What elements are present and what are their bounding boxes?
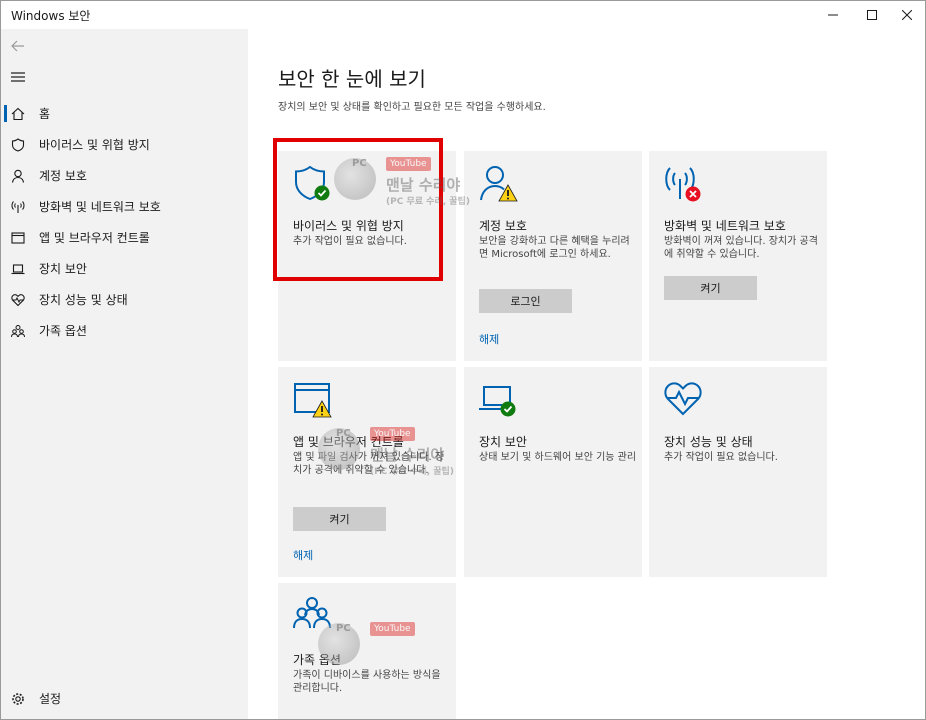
person-icon [10,168,26,184]
sign-in-button[interactable]: 로그인 [479,289,572,313]
sidebar-item-family-options[interactable]: 가족 옵션 [1,315,248,346]
title-bar: Windows 보안 [1,1,925,29]
gear-icon [10,691,26,707]
sidebar-item-label: 가족 옵션 [39,324,87,338]
person-warning-icon [478,163,518,203]
minimize-icon [828,14,838,16]
tile-title: 앱 및 브라우저 컨트롤 [293,435,404,449]
sidebar-item-label: 계정 보호 [39,169,87,183]
hamburger-icon [11,72,25,82]
sidebar-item-app-browser-control[interactable]: 앱 및 브라우저 컨트롤 [1,222,248,253]
browser-warning-icon [292,379,332,419]
sidebar-item-home[interactable]: 홈 [1,98,248,129]
tile-family-options[interactable]: 가족 옵션 가족이 디바이스를 사용하는 방식을 관리합니다. [278,583,456,719]
heart-pulse-icon [10,292,26,308]
tile-title: 장치 성능 및 상태 [664,435,753,449]
sidebar-item-label: 장치 보안 [39,262,87,276]
dismiss-link[interactable]: 해제 [293,547,313,563]
family-icon [10,323,26,339]
laptop-icon [10,261,26,277]
antenna-icon [10,199,26,215]
tile-description: 방화벽이 꺼져 있습니다. 장치가 공격에 취약할 수 있습니다. [664,236,818,260]
sidebar: 홈 바이러스 및 위협 방지 계정 보호 방화벽 및 네트워크 보호 앱 및 브… [1,29,248,719]
tile-description: 보안을 강화하고 다른 혜택을 누리려면 Microsoft에 로그인 하세요. [479,236,630,260]
sidebar-item-label: 장치 성능 및 상태 [39,293,128,307]
sidebar-item-account-protection[interactable]: 계정 보호 [1,160,248,191]
close-button[interactable] [887,1,926,29]
windows-security-window: Windows 보안 홈 바이러스 및 위협 방지 계정 보호 방화벽 및 네트… [0,0,926,720]
main-content: 보안 한 눈에 보기 장치의 보안 및 상태를 확인하고 필요한 모든 작업을 … [248,29,925,719]
tile-device-security[interactable]: 장치 보안 상태 보기 및 하드웨어 보안 기능 관리 [464,367,642,577]
page-title: 보안 한 눈에 보기 [278,67,426,91]
close-icon [902,10,912,20]
sidebar-item-label: 방화벽 및 네트워크 보호 [39,200,161,214]
sidebar-item-label: 홈 [39,107,51,121]
sidebar-item-firewall[interactable]: 방화벽 및 네트워크 보호 [1,191,248,222]
tile-title: 방화벽 및 네트워크 보호 [664,219,786,233]
sidebar-item-label: 바이러스 및 위협 방지 [39,138,150,152]
tile-description: 상태 보기 및 하드웨어 보안 기능 관리 [479,452,637,463]
highlight-box [273,138,443,281]
tile-firewall[interactable]: 방화벽 및 네트워크 보호 방화벽이 꺼져 있습니다. 장치가 공격에 취약할 … [649,151,827,361]
menu-button[interactable] [7,66,29,88]
window-title: Windows 보안 [11,9,91,23]
tile-title: 가족 옵션 [293,653,341,667]
tile-device-performance[interactable]: 장치 성능 및 상태 추가 작업이 필요 없습니다. [649,367,827,577]
sidebar-item-settings[interactable]: 설정 [1,683,248,714]
turn-on-button[interactable]: 켜기 [664,276,757,300]
tile-title: 장치 보안 [479,435,527,449]
tile-account-protection[interactable]: 계정 보호 보안을 강화하고 다른 혜택을 누리려면 Microsoft에 로그… [464,151,642,361]
tile-description: 앱 및 파일 검사가 꺼져 있습니다. 장치가 공격에 취약할 수 있습니다. [293,452,445,476]
maximize-button[interactable] [852,1,892,29]
browser-window-icon [10,230,26,246]
home-icon [10,106,26,122]
heart-pulse-icon [663,379,703,419]
laptop-check-icon [478,379,518,419]
sidebar-item-device-performance[interactable]: 장치 성능 및 상태 [1,284,248,315]
tile-app-browser-control[interactable]: 앱 및 브라우저 컨트롤 앱 및 파일 검사가 꺼져 있습니다. 장치가 공격에… [278,367,456,577]
sidebar-item-device-security[interactable]: 장치 보안 [1,253,248,284]
minimize-button[interactable] [813,1,853,29]
family-icon [292,595,332,635]
maximize-icon [867,10,877,20]
shield-icon [10,137,26,153]
tile-description: 가족이 디바이스를 사용하는 방식을 관리합니다. [293,670,441,694]
sidebar-item-virus-protection[interactable]: 바이러스 및 위협 방지 [1,129,248,160]
antenna-error-icon [663,163,703,203]
back-arrow-icon [11,40,24,52]
back-button[interactable] [7,35,29,57]
turn-on-button[interactable]: 켜기 [293,507,386,531]
dismiss-link[interactable]: 해제 [479,331,499,347]
tile-description: 추가 작업이 필요 없습니다. [664,452,778,463]
sidebar-item-label: 앱 및 브라우저 컨트롤 [39,231,150,245]
tile-title: 계정 보호 [479,219,527,233]
sidebar-item-label: 설정 [39,692,62,706]
page-subtitle: 장치의 보안 및 상태를 확인하고 필요한 모든 작업을 수행하세요. [278,102,546,113]
